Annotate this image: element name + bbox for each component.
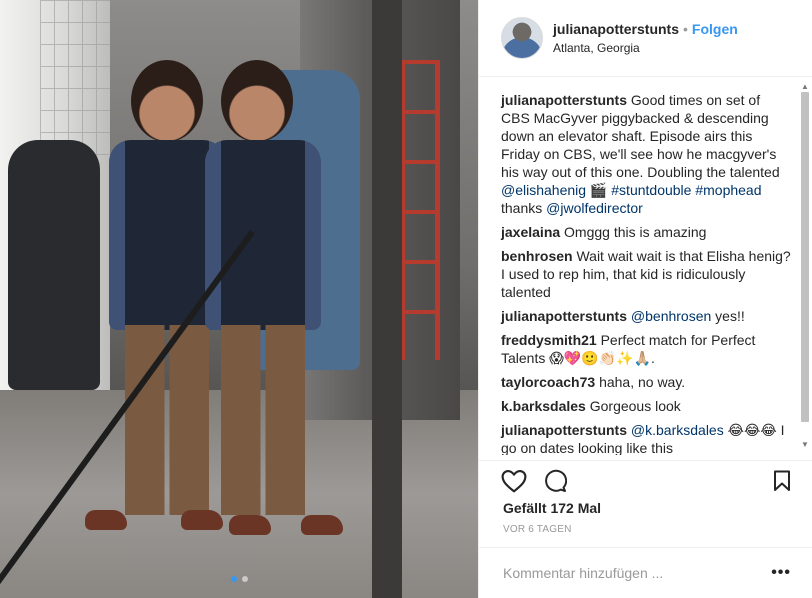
- carousel-dot[interactable]: [230, 576, 237, 582]
- hashtag-link[interactable]: #mophead: [695, 182, 761, 198]
- heart-icon[interactable]: [501, 469, 527, 498]
- mention-link[interactable]: @benhrosen: [631, 308, 711, 324]
- comment-text: yes!!: [711, 308, 745, 324]
- comments-scrollbar[interactable]: ▲ ▼: [800, 82, 810, 450]
- photo-person-bg: [8, 140, 100, 390]
- bookmark-icon[interactable]: [773, 470, 791, 497]
- scroll-down-icon[interactable]: ▼: [800, 440, 810, 450]
- hashtag-link[interactable]: #stuntdouble: [611, 182, 691, 198]
- photo-window-grid: [40, 0, 110, 160]
- comment-item: k.barksdales Gorgeous look: [501, 397, 791, 415]
- comment-username[interactable]: julianapotterstunts: [501, 422, 627, 438]
- photo-pillar: [372, 0, 402, 598]
- post-photo[interactable]: [0, 0, 478, 598]
- comment-username[interactable]: taylorcoach73: [501, 374, 595, 390]
- photo-ladder: [400, 60, 440, 360]
- comment-username[interactable]: julianapotterstunts: [501, 308, 627, 324]
- comment-username[interactable]: k.barksdales: [501, 398, 586, 414]
- post-actions: [479, 460, 812, 500]
- scrollbar-thumb[interactable]: [801, 92, 809, 422]
- likes-count[interactable]: Gefällt 172 Mal: [503, 500, 601, 516]
- comment-bubble-icon[interactable]: [543, 469, 568, 498]
- header-separator: •: [683, 21, 688, 37]
- comment-text: thanks: [501, 200, 547, 216]
- carousel-dot[interactable]: [241, 576, 248, 582]
- comment-text: haha, no way.: [599, 374, 686, 390]
- comment-username[interactable]: julianapotterstunts: [501, 92, 627, 108]
- comment-input[interactable]: [503, 565, 772, 581]
- mention-link[interactable]: @elishahenig: [501, 182, 586, 198]
- comment-item: taylorcoach73 haha, no way.: [501, 373, 791, 391]
- more-options-icon[interactable]: •••: [771, 564, 791, 582]
- avatar-icon[interactable]: [501, 17, 543, 59]
- comment-item: julianapotterstunts @benhrosen yes!!: [501, 307, 791, 325]
- comment-item: freddysmith21 Perfect match for Perfect …: [501, 331, 791, 367]
- carousel-indicator: [0, 576, 478, 582]
- comment-text: Omggg this is amazing: [564, 224, 707, 240]
- follow-button[interactable]: Folgen: [692, 21, 738, 37]
- post-side-panel: julianapotterstunts • Folgen Atlanta, Geor…: [478, 0, 812, 598]
- comment-item: julianapotterstunts @k.barksdales 😂😂😂 I …: [501, 421, 791, 455]
- comment-item: julianapotterstunts Good times on set of…: [501, 91, 791, 217]
- header-username[interactable]: julianapotterstunts: [553, 21, 679, 37]
- post-location[interactable]: Atlanta, Georgia: [553, 41, 738, 55]
- comment-text: 🎬: [586, 182, 612, 198]
- comment-composer: •••: [479, 547, 812, 598]
- comments-list: julianapotterstunts Good times on set of…: [479, 77, 801, 455]
- comment-username[interactable]: jaxelaina: [501, 224, 560, 240]
- mention-link[interactable]: @jwolfedirector: [546, 200, 643, 216]
- post-header: julianapotterstunts • Folgen Atlanta, Geor…: [479, 0, 812, 77]
- comment-username[interactable]: freddysmith21: [501, 332, 597, 348]
- comment-text: Gorgeous look: [589, 398, 681, 414]
- scroll-up-icon[interactable]: ▲: [800, 82, 810, 92]
- comment-item: jaxelaina Omggg this is amazing: [501, 223, 791, 241]
- mention-link[interactable]: @k.barksdales: [631, 422, 724, 438]
- comment-username[interactable]: benhrosen: [501, 248, 573, 264]
- post-timestamp[interactable]: VOR 6 TAGEN: [503, 524, 572, 535]
- comment-item: benhrosen Wait wait wait is that Elisha …: [501, 247, 791, 301]
